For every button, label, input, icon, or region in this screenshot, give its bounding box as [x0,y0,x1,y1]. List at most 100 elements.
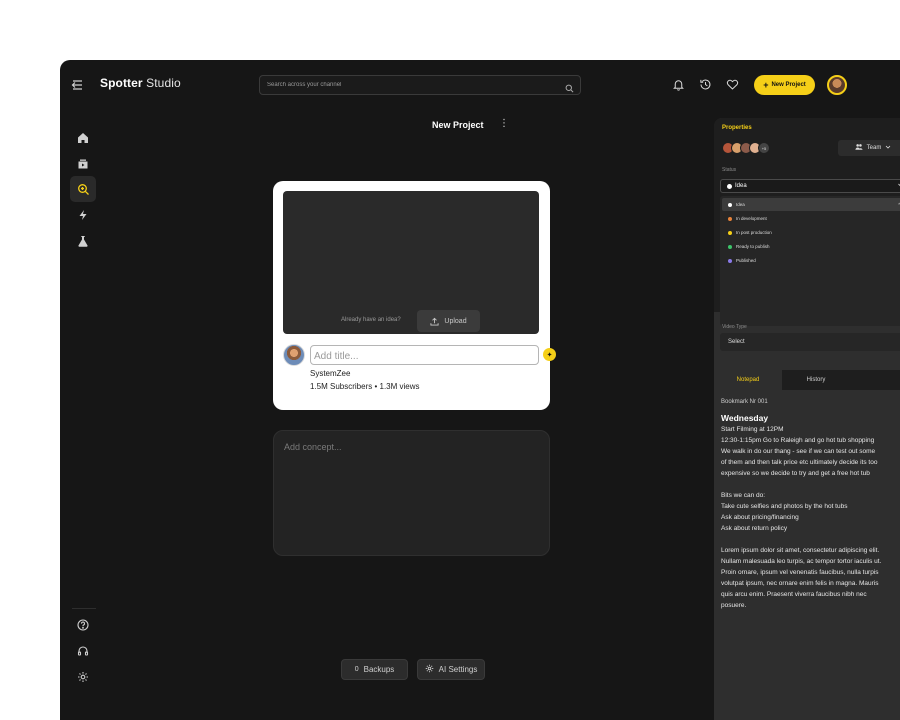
settings-icon [425,664,434,675]
idea-prompt: Already have an idea? [341,317,401,323]
notepad-line: Nullam malesuada leo turpis, ac tempor t… [721,558,882,565]
new-project-label: New Project [771,82,806,88]
ai-settings-button[interactable]: AI Settings [417,659,485,680]
notepad-line: quis arcu enim. Praesent viverra faucibu… [721,591,867,598]
upload-label: Upload [444,317,467,325]
team-button[interactable]: Team [838,140,900,156]
notepad-gap [721,479,900,490]
notepad-content[interactable]: Bookmark Nr 001 Wednesday Start Filming … [721,398,900,611]
notepad-line: Proin ornare, ipsum vel venenatis faucib… [721,569,879,576]
team-avatars[interactable]: +5 [722,142,770,154]
collapse-sidebar-icon[interactable] [69,78,83,92]
status-value: Idea [735,183,747,189]
status-option-in-post-production[interactable]: In post production [722,226,900,239]
lab-flask-icon[interactable] [76,234,90,248]
status-select[interactable]: Idea [720,179,900,193]
ai-magic-icon[interactable]: ✦ [543,348,556,361]
tab-history[interactable]: History [782,370,850,390]
app-window: Spotter Studio + New Project [60,60,900,720]
notepad-line: Lorem ipsum dolor sit amet, consectetur … [721,547,880,554]
help-icon[interactable] [76,618,90,632]
notepad-line: Bits we can do: [721,492,766,499]
support-icon[interactable] [76,644,90,658]
team-label: Team [866,145,882,151]
notepad-line: of them and then talk price etc ultimate… [721,459,878,466]
brand-logo[interactable]: Spotter Studio [100,76,181,90]
status-option-label: In post production [736,230,772,235]
upload-icon [430,317,439,326]
plus-icon: + [763,79,769,90]
video-type-label: Video Type [722,324,747,330]
upload-button[interactable]: Upload [417,310,480,332]
channel-name: SystemZee [310,369,351,378]
new-project-button[interactable]: + New Project [754,75,815,95]
notepad-line: Ask about return policy [721,525,788,532]
status-option-label: Published [736,258,756,263]
status-dot [728,230,732,235]
search-icon[interactable] [565,80,574,93]
top-bar: Spotter Studio + New Project [60,60,900,110]
lightning-icon[interactable] [76,208,90,222]
status-option-published[interactable]: Published [722,254,900,267]
status-option-ready-to-publish[interactable]: Ready to publish [722,240,900,253]
notepad-bookmark: Bookmark Nr 001 [721,399,768,405]
rail-divider [72,608,96,609]
ai-settings-label: AI Settings [438,665,478,674]
status-dropdown: Idea ✓ In development In post production… [720,196,900,326]
video-type-select[interactable]: Select [720,333,900,351]
status-dot [728,244,732,249]
notepad-line: posuere. [721,602,747,609]
tab-notepad[interactable]: Notepad [714,370,782,390]
notepad-line: 12:30-1:15pm Go to Raleigh and go hot tu… [721,437,875,444]
status-dot [728,202,732,207]
search-bar [259,75,581,95]
panel-tabs: Notepad History [714,370,900,390]
notepad-heading: Wednesday [721,413,769,423]
title-input[interactable] [311,347,538,366]
status-dot [728,258,732,263]
home-icon[interactable] [76,131,90,145]
status-option-idea[interactable]: Idea ✓ [722,198,900,211]
projects-icon[interactable] [76,157,90,171]
backups-count: 0 [354,666,359,673]
brand-name-light: Studio [146,76,181,90]
notepad-line: Take cute selfies and photos by the hot … [721,503,848,510]
title-field [310,345,539,366]
notepad-line: Ask about pricing/financing [721,514,799,521]
brand-name-bold: Spotter [100,76,143,90]
research-icon[interactable] [76,182,90,196]
channel-stats: 1.5M Subscribers • 1.3M views [310,382,420,391]
notification-bell-icon[interactable] [672,78,685,91]
chevron-down-icon [885,144,891,152]
backups-label: Backups [363,665,395,674]
team-icon [855,143,863,153]
concept-input[interactable] [274,431,549,555]
status-option-label: Idea [736,202,745,207]
history-icon[interactable] [699,78,712,91]
project-card: Already have an idea? Upload ✦ SystemZee… [273,181,556,410]
more-options-icon[interactable]: ⋮ [499,119,509,129]
notepad-line: Start Filming at 12PM [721,426,784,433]
notepad-gap [721,534,900,545]
properties-panel: Properties +5 Team Status Idea Idea ✓ In… [714,118,900,720]
settings-gear-icon[interactable] [76,670,90,684]
channel-avatar [283,344,305,366]
notepad-line: expensive so we decide to try and get a … [721,470,870,477]
user-avatar[interactable] [827,75,847,95]
search-input[interactable] [260,76,560,94]
notepad-line: volutpat ipsum, nec ornare enim felis in… [721,580,879,587]
status-option-label: Ready to publish [736,244,770,249]
status-label: Status [722,167,737,173]
status-dot [728,216,732,221]
thumbnail-preview[interactable]: Already have an idea? Upload [283,191,539,334]
status-dot [727,184,732,189]
concept-box [273,430,550,556]
properties-title: Properties [722,125,752,131]
backups-button[interactable]: 0 Backups [341,659,408,680]
status-option-in-development[interactable]: In development [722,212,900,225]
team-more-count: +5 [758,142,770,154]
notepad-line: We walk in do our thang - see if we can … [721,448,876,455]
heart-icon[interactable] [726,78,739,91]
status-option-label: In development [736,216,767,221]
page-title: New Project [432,120,484,130]
